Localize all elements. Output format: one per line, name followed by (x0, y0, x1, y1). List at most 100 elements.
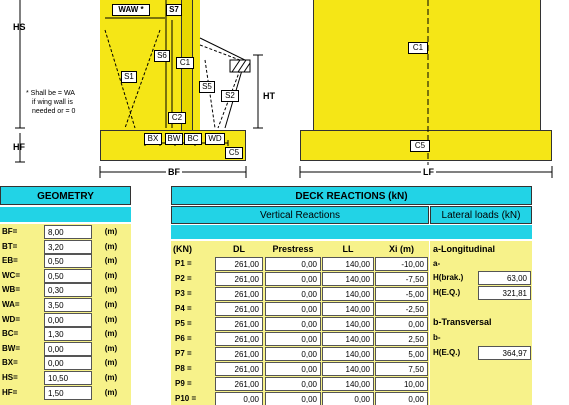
deck-row-label: P8 = (175, 364, 192, 373)
deck-row-label: P3 = (175, 289, 192, 298)
s1-label: S1 (121, 71, 137, 83)
deck-prestress-value[interactable]: 0,00 (265, 332, 321, 346)
geometry-label: WD= (2, 315, 20, 324)
deck-row-label: P6 = (175, 334, 192, 343)
geometry-value-input[interactable]: 1,50 (44, 386, 92, 400)
deck-prestress-value[interactable]: 0,00 (265, 347, 321, 361)
deck-xi-value[interactable]: 2,50 (375, 332, 428, 346)
waw-label: WAW * (112, 4, 150, 16)
deck-xi-value[interactable]: -5,00 (375, 287, 428, 301)
deck-xi-value[interactable]: 0,00 (375, 392, 428, 405)
right-c1-label: C1 (408, 42, 428, 54)
deck-xi-value[interactable]: -7,50 (375, 272, 428, 286)
deck-xi-value[interactable]: 0,00 (375, 317, 428, 331)
deck-prestress-value[interactable]: 0,00 (265, 317, 321, 331)
geometry-unit: (m) (104, 256, 118, 265)
c5-label: C5 (225, 147, 243, 159)
deck-ll-value[interactable]: 140,00 (322, 332, 374, 346)
deck-xi-value[interactable]: 10,00 (375, 377, 428, 391)
geometry-title: GEOMETRY (0, 186, 131, 205)
deck-prestress-value[interactable]: 0,00 (265, 257, 321, 271)
vertical-reactions-title: Vertical Reactions (171, 206, 429, 224)
deck-ll-value[interactable]: 140,00 (322, 287, 374, 301)
deck-xi-value[interactable]: -2,50 (375, 302, 428, 316)
right-c5-label: C5 (410, 140, 430, 152)
hbrak-value[interactable]: 63,00 (478, 271, 531, 285)
deck-ll-value[interactable]: 140,00 (322, 272, 374, 286)
col-header-ll: LL (342, 244, 354, 254)
deck-dl-value[interactable]: 261,00 (215, 257, 263, 271)
geometry-value-input[interactable]: 0,30 (44, 283, 92, 297)
deck-dl-value[interactable]: 261,00 (215, 332, 263, 346)
geometry-unit: (m) (104, 329, 118, 338)
deck-dl-value[interactable]: 261,00 (215, 272, 263, 286)
deck-prestress-value[interactable]: 0,00 (265, 362, 321, 376)
col-header-dl: DL (233, 244, 245, 254)
geometry-value-input[interactable]: 0,50 (44, 269, 92, 283)
geometry-label: WA= (2, 300, 20, 309)
geometry-unit: (m) (104, 344, 118, 353)
col-header-xi: Xi (m) (388, 244, 414, 254)
deck-prestress-value[interactable]: 0,00 (265, 302, 321, 316)
deck-xi-value[interactable]: -10,00 (375, 257, 428, 271)
s7-label: S7 (166, 4, 182, 16)
geometry-value-input[interactable]: 8,00 (44, 225, 92, 239)
heq2-label: H(E.Q.) (433, 348, 461, 357)
bx-label: BX (144, 133, 162, 145)
geometry-unit: (m) (104, 388, 118, 397)
deck-dl-value[interactable]: 261,00 (215, 377, 263, 391)
deck-ll-value[interactable]: 140,00 (322, 302, 374, 316)
lateral-longitudinal: a-Longitudinal (433, 244, 495, 254)
deck-ll-value[interactable]: 140,00 (322, 347, 374, 361)
deck-prestress-value[interactable]: 0,00 (265, 287, 321, 301)
deck-xi-value[interactable]: 5,00 (375, 347, 428, 361)
deck-prestress-value[interactable]: 0,00 (265, 377, 321, 391)
heq-label: H(E.Q.) (433, 288, 461, 297)
geometry-value-input[interactable]: 0,00 (44, 342, 92, 356)
deck-ll-value[interactable]: 140,00 (322, 362, 374, 376)
deck-dl-value[interactable]: 261,00 (215, 362, 263, 376)
deck-xi-value[interactable]: 7,50 (375, 362, 428, 376)
geometry-unit: (m) (104, 373, 118, 382)
deck-dl-value[interactable]: 261,00 (215, 347, 263, 361)
lateral-transversal: b-Transversal (433, 317, 492, 327)
lateral-b: b- (433, 333, 441, 342)
deck-ll-value[interactable]: 140,00 (322, 377, 374, 391)
heq2-value[interactable]: 364,97 (478, 346, 531, 360)
col-header-kn: (KN) (173, 244, 192, 254)
heq-value[interactable]: 321,81 (478, 286, 531, 300)
geometry-value-input[interactable]: 3,20 (44, 240, 92, 254)
geometry-label: BC= (2, 329, 19, 338)
lateral-loads-title: Lateral loads (kN) (430, 206, 532, 224)
geometry-unit: (m) (104, 300, 118, 309)
deck-row-label: P9 = (175, 379, 192, 388)
deck-dl-value[interactable]: 261,00 (215, 287, 263, 301)
spreadsheet-window: { "drawing": { "left_labels": {"hs": "HS… (0, 0, 569, 405)
geometry-unit: (m) (104, 271, 118, 280)
deck-prestress-value[interactable]: 0,00 (265, 272, 321, 286)
geometry-label: BF= (2, 227, 18, 236)
geometry-value-input[interactable]: 3,50 (44, 298, 92, 312)
geometry-value-input[interactable]: 0,00 (44, 313, 92, 327)
hf-label: HF (13, 142, 25, 152)
deck-ll-value[interactable]: 140,00 (322, 317, 374, 331)
geometry-value-input[interactable]: 10,50 (44, 371, 92, 385)
deck-prestress-value[interactable]: 0,00 (265, 392, 321, 405)
deck-ll-value[interactable]: 140,00 (322, 257, 374, 271)
bc-label: BC (184, 133, 202, 145)
hbrak-label: H(brak.) (433, 273, 464, 282)
s5-label: S5 (199, 81, 215, 93)
geometry-value-input[interactable]: 1,30 (44, 327, 92, 341)
deck-ll-value[interactable]: 0,00 (322, 392, 374, 405)
deck-dl-value[interactable]: 261,00 (215, 317, 263, 331)
geometry-unit: (m) (104, 315, 118, 324)
deck-row-label: P1 = (175, 259, 192, 268)
geometry-value-input[interactable]: 0,50 (44, 254, 92, 268)
geometry-unit: (m) (104, 358, 118, 367)
geometry-label: WC= (2, 271, 20, 280)
deck-dl-value[interactable]: 0,00 (215, 392, 263, 405)
lateral-a: a- (433, 259, 441, 268)
deck-dl-value[interactable]: 261,00 (215, 302, 263, 316)
geometry-value-input[interactable]: 0,00 (44, 356, 92, 370)
geometry-label: HS= (2, 373, 18, 382)
